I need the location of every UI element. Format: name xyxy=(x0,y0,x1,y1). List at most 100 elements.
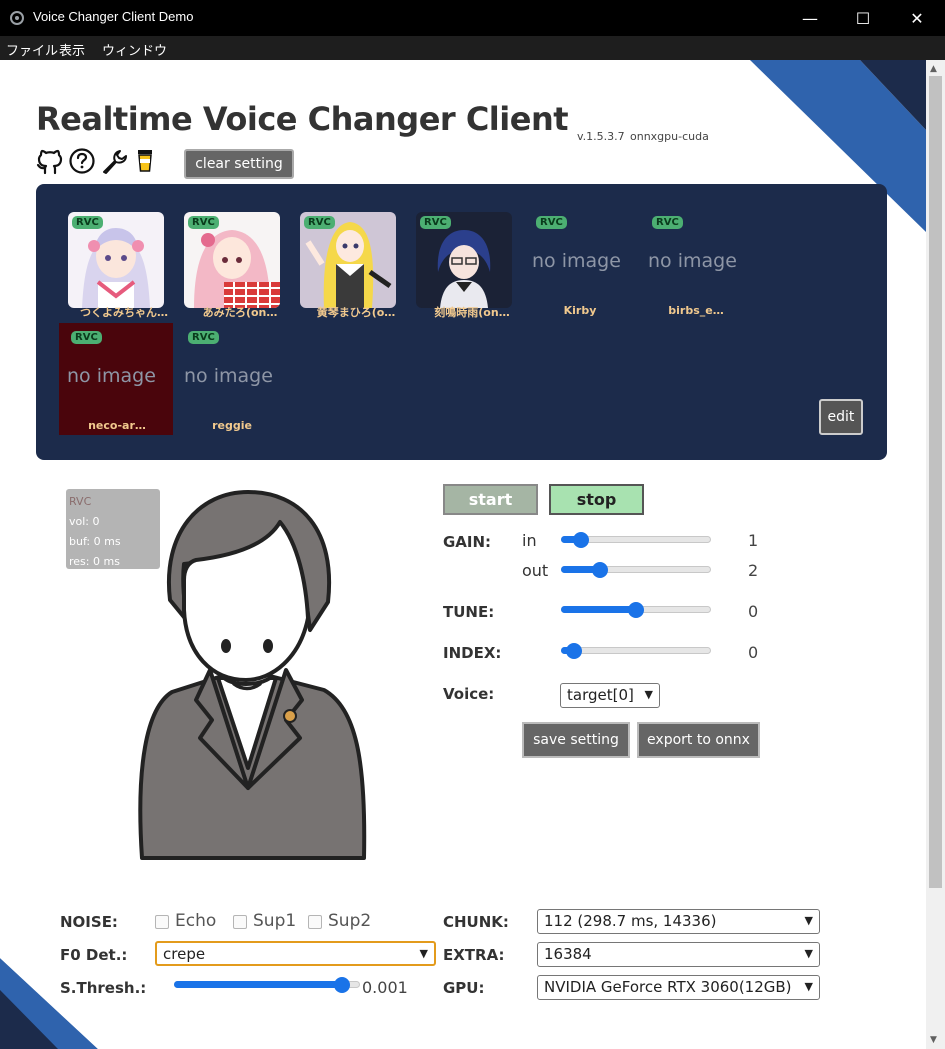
chevron-down-icon: ▼ xyxy=(644,688,653,701)
model-slot-1[interactable]: RVC つくよみちゃん… xyxy=(68,212,180,324)
extra-select-value: 16384 xyxy=(544,945,592,963)
no-image-placeholder: no image xyxy=(648,250,737,272)
slot-name: 刻鳴時雨(on… xyxy=(434,306,510,319)
gain-out-slider[interactable] xyxy=(561,560,711,580)
silence-threshold-value: 0.001 xyxy=(362,978,408,997)
f0-detector-select[interactable]: crepe ▼ xyxy=(155,941,436,966)
chunk-select[interactable]: 112 (298.7 ms, 14336) ▼ xyxy=(537,909,820,934)
scrollbar-thumb[interactable] xyxy=(929,76,942,888)
chevron-down-icon: ▼ xyxy=(804,947,813,960)
noise-label: NOISE: xyxy=(60,913,118,931)
voice-label: Voice: xyxy=(443,685,495,703)
slot-name: neco-ar… xyxy=(88,419,146,432)
gain-in-label: in xyxy=(522,531,537,550)
slot-name: reggie xyxy=(212,419,252,432)
model-slot-4[interactable]: RVC 刻鳴時雨(on… xyxy=(416,212,528,324)
sup1-label: Sup1 xyxy=(253,911,297,931)
scroll-down-icon[interactable]: ▼ xyxy=(930,1035,937,1045)
voice-select[interactable]: target[0] ▼ xyxy=(560,683,660,708)
start-button[interactable]: start xyxy=(443,484,538,515)
slot-name: Kirby xyxy=(563,304,597,317)
menu-view[interactable]: 表示 xyxy=(59,40,85,59)
scroll-up-icon[interactable]: ▲ xyxy=(930,64,937,74)
extra-select[interactable]: 16384 ▼ xyxy=(537,942,820,967)
app-icon xyxy=(10,11,24,25)
client-area: Realtime Voice Changer Client v.1.5.3.7 … xyxy=(0,60,926,1049)
tune-label: TUNE: xyxy=(443,603,495,621)
coffee-icon[interactable] xyxy=(132,146,158,176)
slot-name: つくよみちゃん… xyxy=(80,306,168,319)
help-icon[interactable] xyxy=(68,146,96,176)
no-image-placeholder: no image xyxy=(532,250,621,272)
gain-out-label: out xyxy=(522,561,549,580)
slider-knob[interactable] xyxy=(628,602,644,618)
slot-name: あみたろ(on… xyxy=(202,306,278,319)
sup2-checkbox[interactable] xyxy=(308,915,322,929)
slot-type-badge: RVC xyxy=(536,216,567,229)
slot-type-badge: RVC xyxy=(188,331,219,344)
model-slot-8[interactable]: no image RVC reggie xyxy=(184,327,296,439)
tune-value: 0 xyxy=(748,602,759,621)
window-title: Voice Changer Client Demo xyxy=(33,9,194,24)
gain-in-slider[interactable] xyxy=(561,530,711,550)
silence-threshold-slider[interactable] xyxy=(174,975,360,995)
echo-checkbox[interactable] xyxy=(155,915,169,929)
slot-type-badge: RVC xyxy=(71,331,102,344)
silence-threshold-label: S.Thresh.: xyxy=(60,979,147,997)
slot-type-badge: RVC xyxy=(72,216,103,229)
minimize-button[interactable]: — xyxy=(785,0,835,36)
extra-label: EXTRA: xyxy=(443,946,505,964)
gain-out-value: 2 xyxy=(748,561,759,580)
gpu-select[interactable]: NVIDIA GeForce RTX 3060(12GB) ▼ xyxy=(537,975,820,1000)
index-label: INDEX: xyxy=(443,644,502,662)
gpu-label: GPU: xyxy=(443,979,485,997)
sup1-checkbox[interactable] xyxy=(233,915,247,929)
index-value: 0 xyxy=(748,643,759,662)
no-image-placeholder: no image xyxy=(67,365,156,387)
github-icon[interactable] xyxy=(36,146,64,176)
stop-button[interactable]: stop xyxy=(549,484,644,515)
slider-knob[interactable] xyxy=(566,643,582,659)
model-slot-5[interactable]: no image RVC Kirby xyxy=(532,212,644,324)
menu-file[interactable]: ファイル xyxy=(6,40,58,59)
menu-window[interactable]: ウィンドウ xyxy=(102,40,167,59)
close-button[interactable]: ✕ xyxy=(892,0,942,36)
clear-setting-button[interactable]: clear setting xyxy=(184,149,294,179)
slot-type-badge: RVC xyxy=(304,216,335,229)
model-slot-3[interactable]: RVC 黄琴まひろ(o… xyxy=(300,212,412,324)
model-slots-panel: RVC つくよみちゃん… RVC あみたろ(on… RVC 黄琴まひろ(o… R… xyxy=(36,184,887,460)
page-title: Realtime Voice Changer Client xyxy=(36,100,569,138)
chunk-select-value: 112 (298.7 ms, 14336) xyxy=(544,912,717,930)
character-avatar xyxy=(138,490,367,860)
tune-slider[interactable] xyxy=(561,600,711,620)
model-slot-6[interactable]: no image RVC birbs_e… xyxy=(648,212,760,324)
f0-select-value: crepe xyxy=(163,945,206,963)
corner-stripe-decoration-bottom xyxy=(0,950,110,1049)
chevron-down-icon: ▼ xyxy=(419,947,428,960)
model-slot-2[interactable]: RVC あみたろ(on… xyxy=(184,212,296,324)
build-label: onnxgpu-cuda xyxy=(630,130,709,143)
window-titlebar: Voice Changer Client Demo — ☐ ✕ xyxy=(0,0,945,36)
slot-name: birbs_e… xyxy=(668,304,724,317)
vertical-scrollbar[interactable]: ▲ ▼ xyxy=(926,60,945,1049)
version-label: v.1.5.3.7 xyxy=(577,130,625,143)
slot-name: 黄琴まひろ(o… xyxy=(316,306,396,319)
model-slot-7[interactable]: no image RVC neco-ar… xyxy=(59,323,179,439)
slider-knob[interactable] xyxy=(592,562,608,578)
save-setting-button[interactable]: save setting xyxy=(522,722,630,758)
export-onnx-button[interactable]: export to onnx xyxy=(637,722,760,758)
chevron-down-icon: ▼ xyxy=(804,980,813,993)
edit-slots-button[interactable]: edit xyxy=(819,399,863,435)
maximize-button[interactable]: ☐ xyxy=(838,0,888,36)
slot-type-badge: RVC xyxy=(420,216,451,229)
gain-in-value: 1 xyxy=(748,531,759,550)
slider-knob[interactable] xyxy=(334,977,350,993)
slot-type-badge: RVC xyxy=(652,216,683,229)
chevron-down-icon: ▼ xyxy=(804,914,813,927)
wrench-icon[interactable] xyxy=(100,146,128,176)
slider-knob[interactable] xyxy=(573,532,589,548)
index-slider[interactable] xyxy=(561,641,711,661)
echo-label: Echo xyxy=(175,911,217,931)
menubar: ファイル 表示 ウィンドウ xyxy=(0,36,945,60)
no-image-placeholder: no image xyxy=(184,365,273,387)
